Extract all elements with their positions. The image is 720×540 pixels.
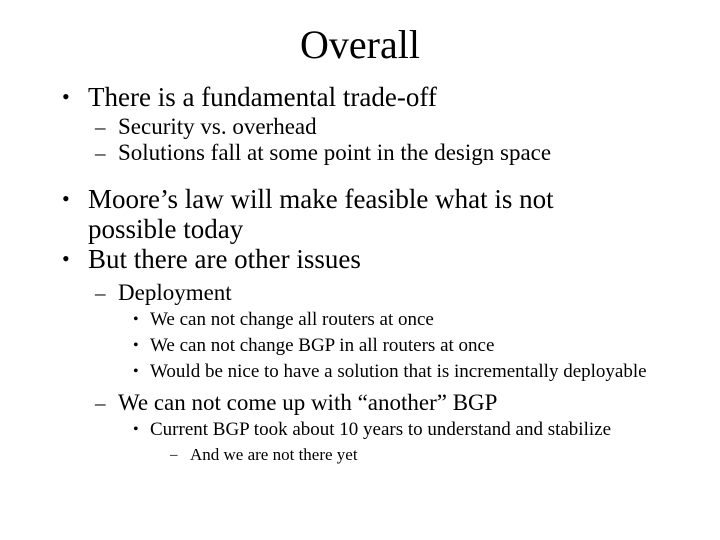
bullet-text: We can not change all routers at once bbox=[150, 309, 434, 330]
bullet-item-level2: – Deployment bbox=[0, 280, 720, 306]
bullet-text: Solutions fall at some point in the desi… bbox=[118, 140, 552, 165]
dash-marker-icon: – bbox=[170, 447, 178, 463]
slide-canvas: Overall • There is a fundamental trade-o… bbox=[0, 0, 720, 540]
dash-marker-icon: – bbox=[95, 141, 106, 165]
bullet-text: Deployment bbox=[118, 280, 232, 305]
bullet-item-level2: – We can not come up with “another” BGP bbox=[0, 390, 720, 416]
bullet-item-level1: • Moore’s law will make feasible what is… bbox=[0, 184, 720, 244]
bullet-marker-icon: • bbox=[62, 84, 70, 109]
bullet-marker-icon: • bbox=[133, 363, 139, 380]
bullet-item-level1: • But there are other issues bbox=[0, 244, 720, 274]
slide-title: Overall bbox=[300, 22, 420, 67]
bullet-marker-icon: • bbox=[62, 186, 70, 211]
bullet-marker-icon: • bbox=[133, 311, 139, 328]
bullet-text: We can not change BGP in all routers at … bbox=[150, 335, 495, 356]
bullet-text: Current BGP took about 10 years to under… bbox=[150, 419, 612, 440]
bullet-text: There is a fundamental trade-off bbox=[88, 82, 437, 112]
bullet-item-level3: • Would be nice to have a solution that … bbox=[0, 360, 720, 384]
dash-marker-icon: – bbox=[95, 391, 106, 415]
bullet-item-level2: – Solutions fall at some point in the de… bbox=[0, 140, 720, 166]
bullet-item-level1: • There is a fundamental trade-off bbox=[0, 82, 720, 112]
dash-marker-icon: – bbox=[95, 281, 106, 305]
bullet-marker-icon: • bbox=[133, 337, 139, 354]
bullet-item-level4: – And we are not there yet bbox=[0, 444, 720, 466]
bullet-text: Would be nice to have a solution that is… bbox=[150, 361, 647, 382]
dash-marker-icon: – bbox=[95, 115, 106, 139]
bullet-item-level2: – Security vs. overhead bbox=[0, 114, 720, 140]
bullet-item-level3: • We can not change all routers at once bbox=[0, 308, 720, 332]
bullet-text: We can not come up with “another” BGP bbox=[118, 390, 498, 415]
bullet-marker-icon: • bbox=[62, 246, 70, 271]
bullet-text: But there are other issues bbox=[88, 244, 361, 274]
bullet-text: And we are not there yet bbox=[190, 445, 358, 464]
bullet-item-level3: • Current BGP took about 10 years to und… bbox=[0, 418, 720, 442]
bullet-text: Moore’s law will make feasible what is n… bbox=[88, 184, 554, 244]
bullet-text: Security vs. overhead bbox=[118, 114, 317, 139]
bullet-marker-icon: • bbox=[133, 421, 139, 438]
bullet-item-level3: • We can not change BGP in all routers a… bbox=[0, 334, 720, 358]
slide-body: • There is a fundamental trade-off – Sec… bbox=[0, 82, 720, 466]
